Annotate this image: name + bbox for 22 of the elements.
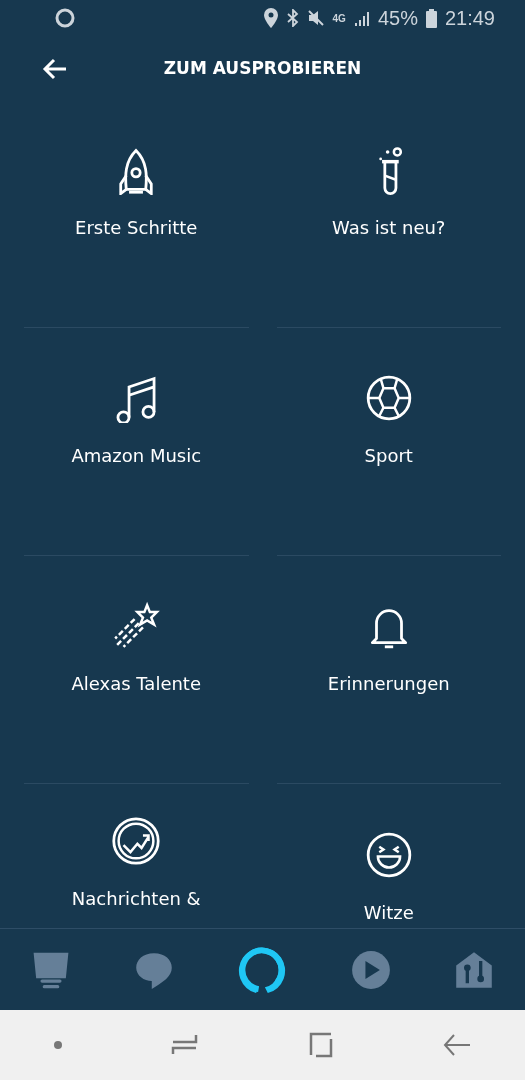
- clock: 21:49: [444, 6, 495, 30]
- alexa-status-icon: [55, 8, 75, 28]
- tile-label[interactable]: Witze: [363, 902, 414, 923]
- dot-icon[interactable]: [53, 1040, 64, 1050]
- tile-label[interactable]: Alexas Talente: [71, 673, 201, 694]
- location-icon: [262, 8, 279, 28]
- tile-label[interactable]: Nachrichten &: [71, 888, 201, 909]
- battery-percent: 45%: [377, 6, 418, 30]
- bluetooth-icon: [286, 9, 299, 27]
- tile-label[interactable]: Amazon Music: [71, 445, 202, 466]
- network-type: 4G: [332, 12, 346, 24]
- tile-label[interactable]: Erste Schritte: [75, 217, 198, 238]
- page-title: ZUM AUSPROBIEREN: [163, 58, 362, 78]
- battery-icon: [425, 8, 437, 28]
- muted-speaker-icon: [306, 9, 325, 27]
- play-circle-icon[interactable]: [351, 949, 392, 990]
- shooting-star-icon: [111, 601, 162, 651]
- tile-label[interactable]: Erinnerungen: [327, 673, 450, 694]
- trend-chart-icon: [111, 816, 162, 866]
- tile-label[interactable]: Was ist neu?: [332, 217, 446, 238]
- signal-icon: [353, 10, 370, 26]
- tile-label[interactable]: Sport: [364, 445, 413, 466]
